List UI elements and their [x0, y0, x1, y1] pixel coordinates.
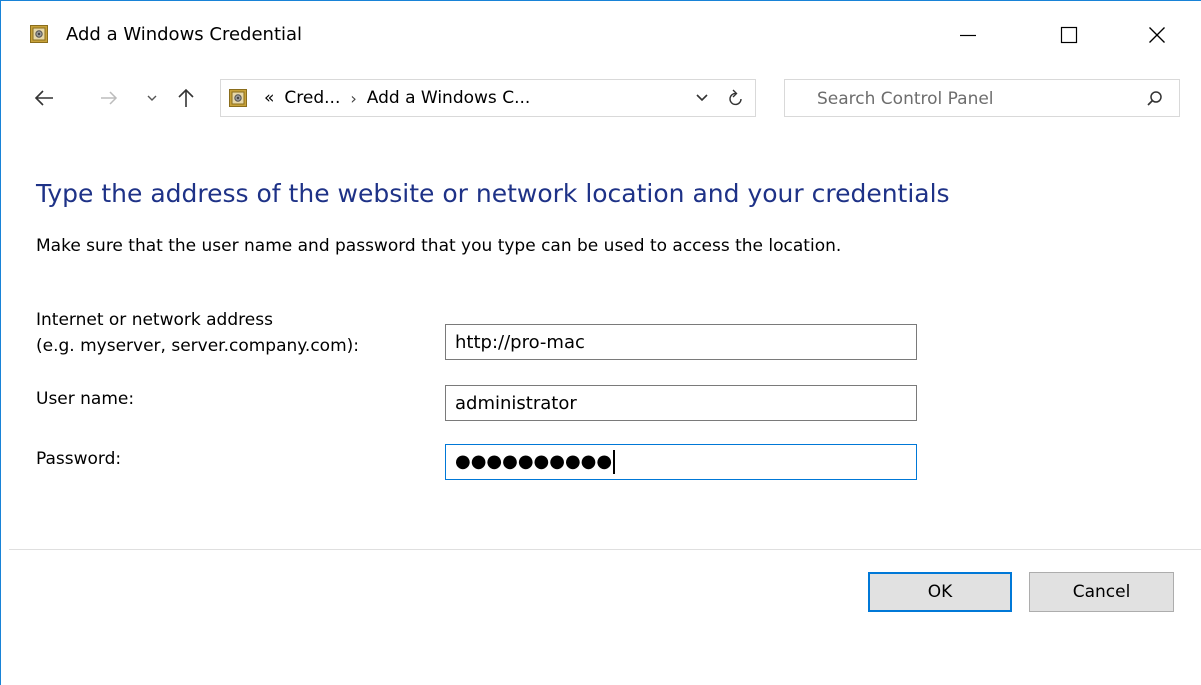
minimize-button[interactable]: [945, 15, 991, 55]
maximize-button[interactable]: [1046, 15, 1092, 55]
page-description: Make sure that the user name and passwor…: [36, 236, 842, 256]
username-field[interactable]: [445, 385, 917, 421]
chevron-down-icon: [147, 95, 157, 101]
arrow-up-icon: [178, 88, 194, 107]
page-heading: Type the address of the website or netwo…: [36, 179, 950, 208]
search-input[interactable]: Search Control Panel: [817, 89, 994, 109]
footer-divider: [9, 549, 1201, 550]
search-box[interactable]: Search Control Panel: [784, 79, 1180, 117]
refresh-icon[interactable]: [727, 88, 745, 108]
breadcrumb-overflow[interactable]: «: [264, 88, 274, 108]
cancel-button[interactable]: Cancel: [1029, 572, 1174, 612]
breadcrumb-item-add-credential[interactable]: Add a Windows C...: [367, 88, 531, 108]
password-label: Password:: [36, 449, 122, 469]
window-title: Add a Windows Credential: [66, 24, 303, 45]
address-label: Internet or network address (e.g. myserv…: [36, 307, 359, 359]
arrow-left-icon: [34, 90, 53, 106]
arrow-right-icon: [101, 91, 118, 105]
up-button[interactable]: [175, 83, 197, 113]
title-bar: Add a Windows Credential: [1, 1, 1201, 69]
address-label-line1: Internet or network address: [36, 310, 273, 330]
forward-button[interactable]: [97, 83, 121, 113]
maximize-icon: [1060, 26, 1078, 44]
close-icon: [1149, 27, 1165, 43]
close-button[interactable]: [1134, 15, 1180, 55]
address-bar[interactable]: « Cred... › Add a Windows C...: [220, 79, 756, 117]
back-button[interactable]: [31, 83, 57, 113]
breadcrumb-item-credential-manager[interactable]: Cred...: [284, 88, 340, 108]
ok-button[interactable]: OK: [868, 572, 1012, 612]
password-masked-value: ●●●●●●●●●●: [455, 451, 613, 472]
search-icon[interactable]: [1146, 90, 1164, 108]
text-caret: [613, 450, 616, 474]
breadcrumb-separator: ›: [350, 88, 357, 108]
network-address-field[interactable]: [445, 324, 917, 360]
address-label-line2: (e.g. myserver, server.company.com):: [36, 336, 359, 356]
username-label: User name:: [36, 389, 135, 409]
minimize-icon: [960, 34, 976, 37]
chevron-down-icon[interactable]: [695, 90, 709, 106]
credential-manager-icon: [30, 25, 48, 43]
password-field[interactable]: ●●●●●●●●●●: [445, 444, 917, 480]
credential-window: Add a Windows Credential « Cred... › Add…: [0, 0, 1201, 685]
credential-manager-icon: [229, 89, 247, 107]
breadcrumb: « Cred... › Add a Windows C...: [264, 88, 530, 108]
recent-locations-button[interactable]: [143, 83, 161, 113]
